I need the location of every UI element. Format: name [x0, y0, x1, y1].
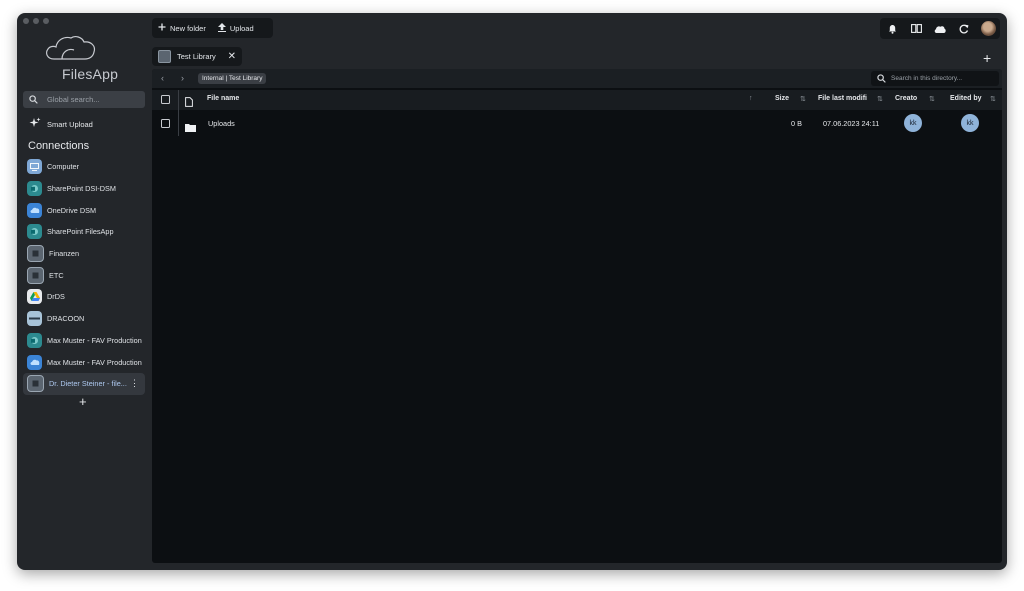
connection-label: SharePoint DSI-DSM: [47, 184, 116, 194]
refresh-icon[interactable]: [956, 21, 972, 37]
user-avatar[interactable]: [980, 21, 996, 37]
file-browser: ‹ › Internal | Test Library Search in th…: [152, 69, 1002, 563]
connection-item-sharepoint-dsi-dsm[interactable]: SharePoint DSI-DSM: [23, 178, 145, 200]
navigation-bar: ‹ › Internal | Test Library Search in th…: [152, 69, 1002, 88]
smart-upload-label: Smart Upload: [47, 119, 93, 129]
connection-item-etc[interactable]: ETC: [23, 264, 145, 286]
file-size: 0 B: [791, 119, 802, 128]
tab-test-library[interactable]: Test Library ✕: [152, 47, 242, 66]
connections-title: Connections: [28, 140, 90, 152]
split-view-icon[interactable]: [908, 21, 924, 37]
table-header: File name ↑ Size ⇅ File last modifi ⇅ Cr…: [152, 90, 1002, 110]
connection-label: SharePoint FilesApp: [47, 227, 114, 237]
folder-icon: [185, 119, 196, 137]
connection-label: Max Muster - FAV Production: [47, 335, 142, 345]
column-header-size[interactable]: Size: [775, 95, 789, 102]
directory-search-input[interactable]: Search in this directory...: [871, 71, 999, 86]
connection-item-sharepoint-filesapp[interactable]: SharePoint FilesApp: [23, 221, 145, 243]
search-icon: [29, 95, 43, 104]
global-search-placeholder: Global search...: [47, 95, 100, 104]
dracoon-icon: [27, 311, 42, 327]
connection-item-finanzen[interactable]: Finanzen: [23, 243, 145, 265]
plus-icon: [158, 23, 166, 33]
table-row[interactable]: Uploads 0 B 07.06.2023 24:11 kk kk: [152, 113, 1002, 135]
library-icon: [158, 50, 171, 63]
computer-icon: [27, 159, 42, 175]
sort-icon[interactable]: ⇅: [929, 95, 935, 103]
sharepoint-icon: [27, 332, 42, 348]
app-name: FilesApp: [62, 66, 119, 82]
forward-icon[interactable]: ›: [181, 73, 184, 83]
tab-label: Test Library: [177, 52, 216, 61]
add-connection-button[interactable]: +: [79, 394, 87, 409]
new-folder-button[interactable]: New folder: [152, 23, 212, 33]
file-name[interactable]: Uploads: [208, 119, 235, 128]
column-header-name[interactable]: File name: [207, 95, 239, 102]
sort-icon[interactable]: ⇅: [800, 95, 806, 103]
connection-item-drds[interactable]: DrDS: [23, 286, 145, 308]
connection-label: Max Muster - FAV Production: [47, 357, 142, 367]
more-options-icon[interactable]: ⋮: [130, 378, 139, 389]
sparkle-icon: [29, 117, 41, 131]
column-header-creator[interactable]: Creato: [895, 95, 917, 102]
row-checkbox[interactable]: [161, 119, 170, 128]
server-icon: [27, 375, 44, 393]
sort-icon[interactable]: ⇅: [990, 95, 996, 103]
close-tab-icon[interactable]: ✕: [228, 51, 236, 62]
upload-button[interactable]: Upload: [212, 22, 260, 34]
editor-avatar: kk: [961, 114, 979, 132]
connection-label: DrDS: [47, 292, 65, 302]
connection-label: Computer: [47, 162, 80, 172]
server-icon: [27, 266, 44, 284]
app-window: FilesApp Global search... Smart Upload C…: [17, 13, 1007, 570]
creator-avatar: kk: [904, 114, 922, 132]
smart-upload-button[interactable]: Smart Upload: [29, 117, 93, 131]
upload-icon: [217, 22, 226, 34]
new-folder-label: New folder: [170, 23, 206, 33]
toolbar: New folder Upload: [152, 18, 273, 38]
column-header-edited-by[interactable]: Edited by: [950, 95, 982, 102]
connection-label: OneDrive DSM: [47, 205, 97, 215]
connection-item-computer[interactable]: Computer: [23, 156, 145, 178]
cloud-sync-icon[interactable]: [932, 21, 948, 37]
sharepoint-icon: [27, 181, 42, 197]
column-header-modified[interactable]: File last modifi: [818, 95, 867, 102]
directory-search-placeholder: Search in this directory...: [891, 75, 963, 82]
connection-item-onedrive-dsm[interactable]: OneDrive DSM: [23, 199, 145, 221]
connection-item-dr-dieter-steiner[interactable]: Dr. Dieter Steiner - file... ⋮: [23, 372, 145, 395]
upload-label: Upload: [229, 23, 254, 33]
sidebar: FilesApp Global search... Smart Upload C…: [17, 13, 151, 570]
connections-list: Computer SharePoint DSI-DSM OneDrive DSM…: [23, 156, 145, 395]
top-right-actions: [880, 18, 1000, 39]
cloud-logo-icon: [46, 36, 96, 60]
global-search-input[interactable]: Global search...: [23, 91, 145, 108]
main-area: New folder Upload Test Library ✕ + ‹ › I: [151, 13, 1007, 570]
connection-label: DRACOON: [47, 314, 85, 324]
onedrive-icon: [27, 354, 42, 370]
google-drive-icon: [27, 289, 42, 305]
bell-icon[interactable]: [884, 21, 900, 37]
connection-item-dracoon[interactable]: DRACOON: [23, 308, 145, 330]
sharepoint-icon: [27, 224, 42, 240]
back-icon[interactable]: ‹: [161, 73, 164, 83]
connection-item-max-muster-onedrive[interactable]: Max Muster - FAV Production: [23, 351, 145, 373]
file-modified: 07.06.2023 24:11: [823, 119, 880, 128]
avatar: [980, 21, 996, 36]
connection-item-max-muster-sharepoint[interactable]: Max Muster - FAV Production: [23, 330, 145, 352]
select-all-checkbox[interactable]: [161, 95, 170, 104]
search-icon: [877, 74, 886, 83]
server-icon: [27, 245, 44, 263]
connection-label: Dr. Dieter Steiner - file...: [49, 379, 127, 389]
sort-icon[interactable]: ⇅: [877, 95, 883, 103]
new-tab-button[interactable]: +: [983, 50, 991, 66]
connection-label: ETC: [49, 270, 64, 280]
sort-ascending-icon[interactable]: ↑: [749, 95, 753, 102]
connection-label: Finanzen: [49, 249, 80, 259]
breadcrumb[interactable]: Internal | Test Library: [198, 73, 267, 84]
file-icon: [185, 94, 193, 112]
app-logo: [40, 33, 100, 63]
onedrive-icon: [27, 202, 42, 218]
